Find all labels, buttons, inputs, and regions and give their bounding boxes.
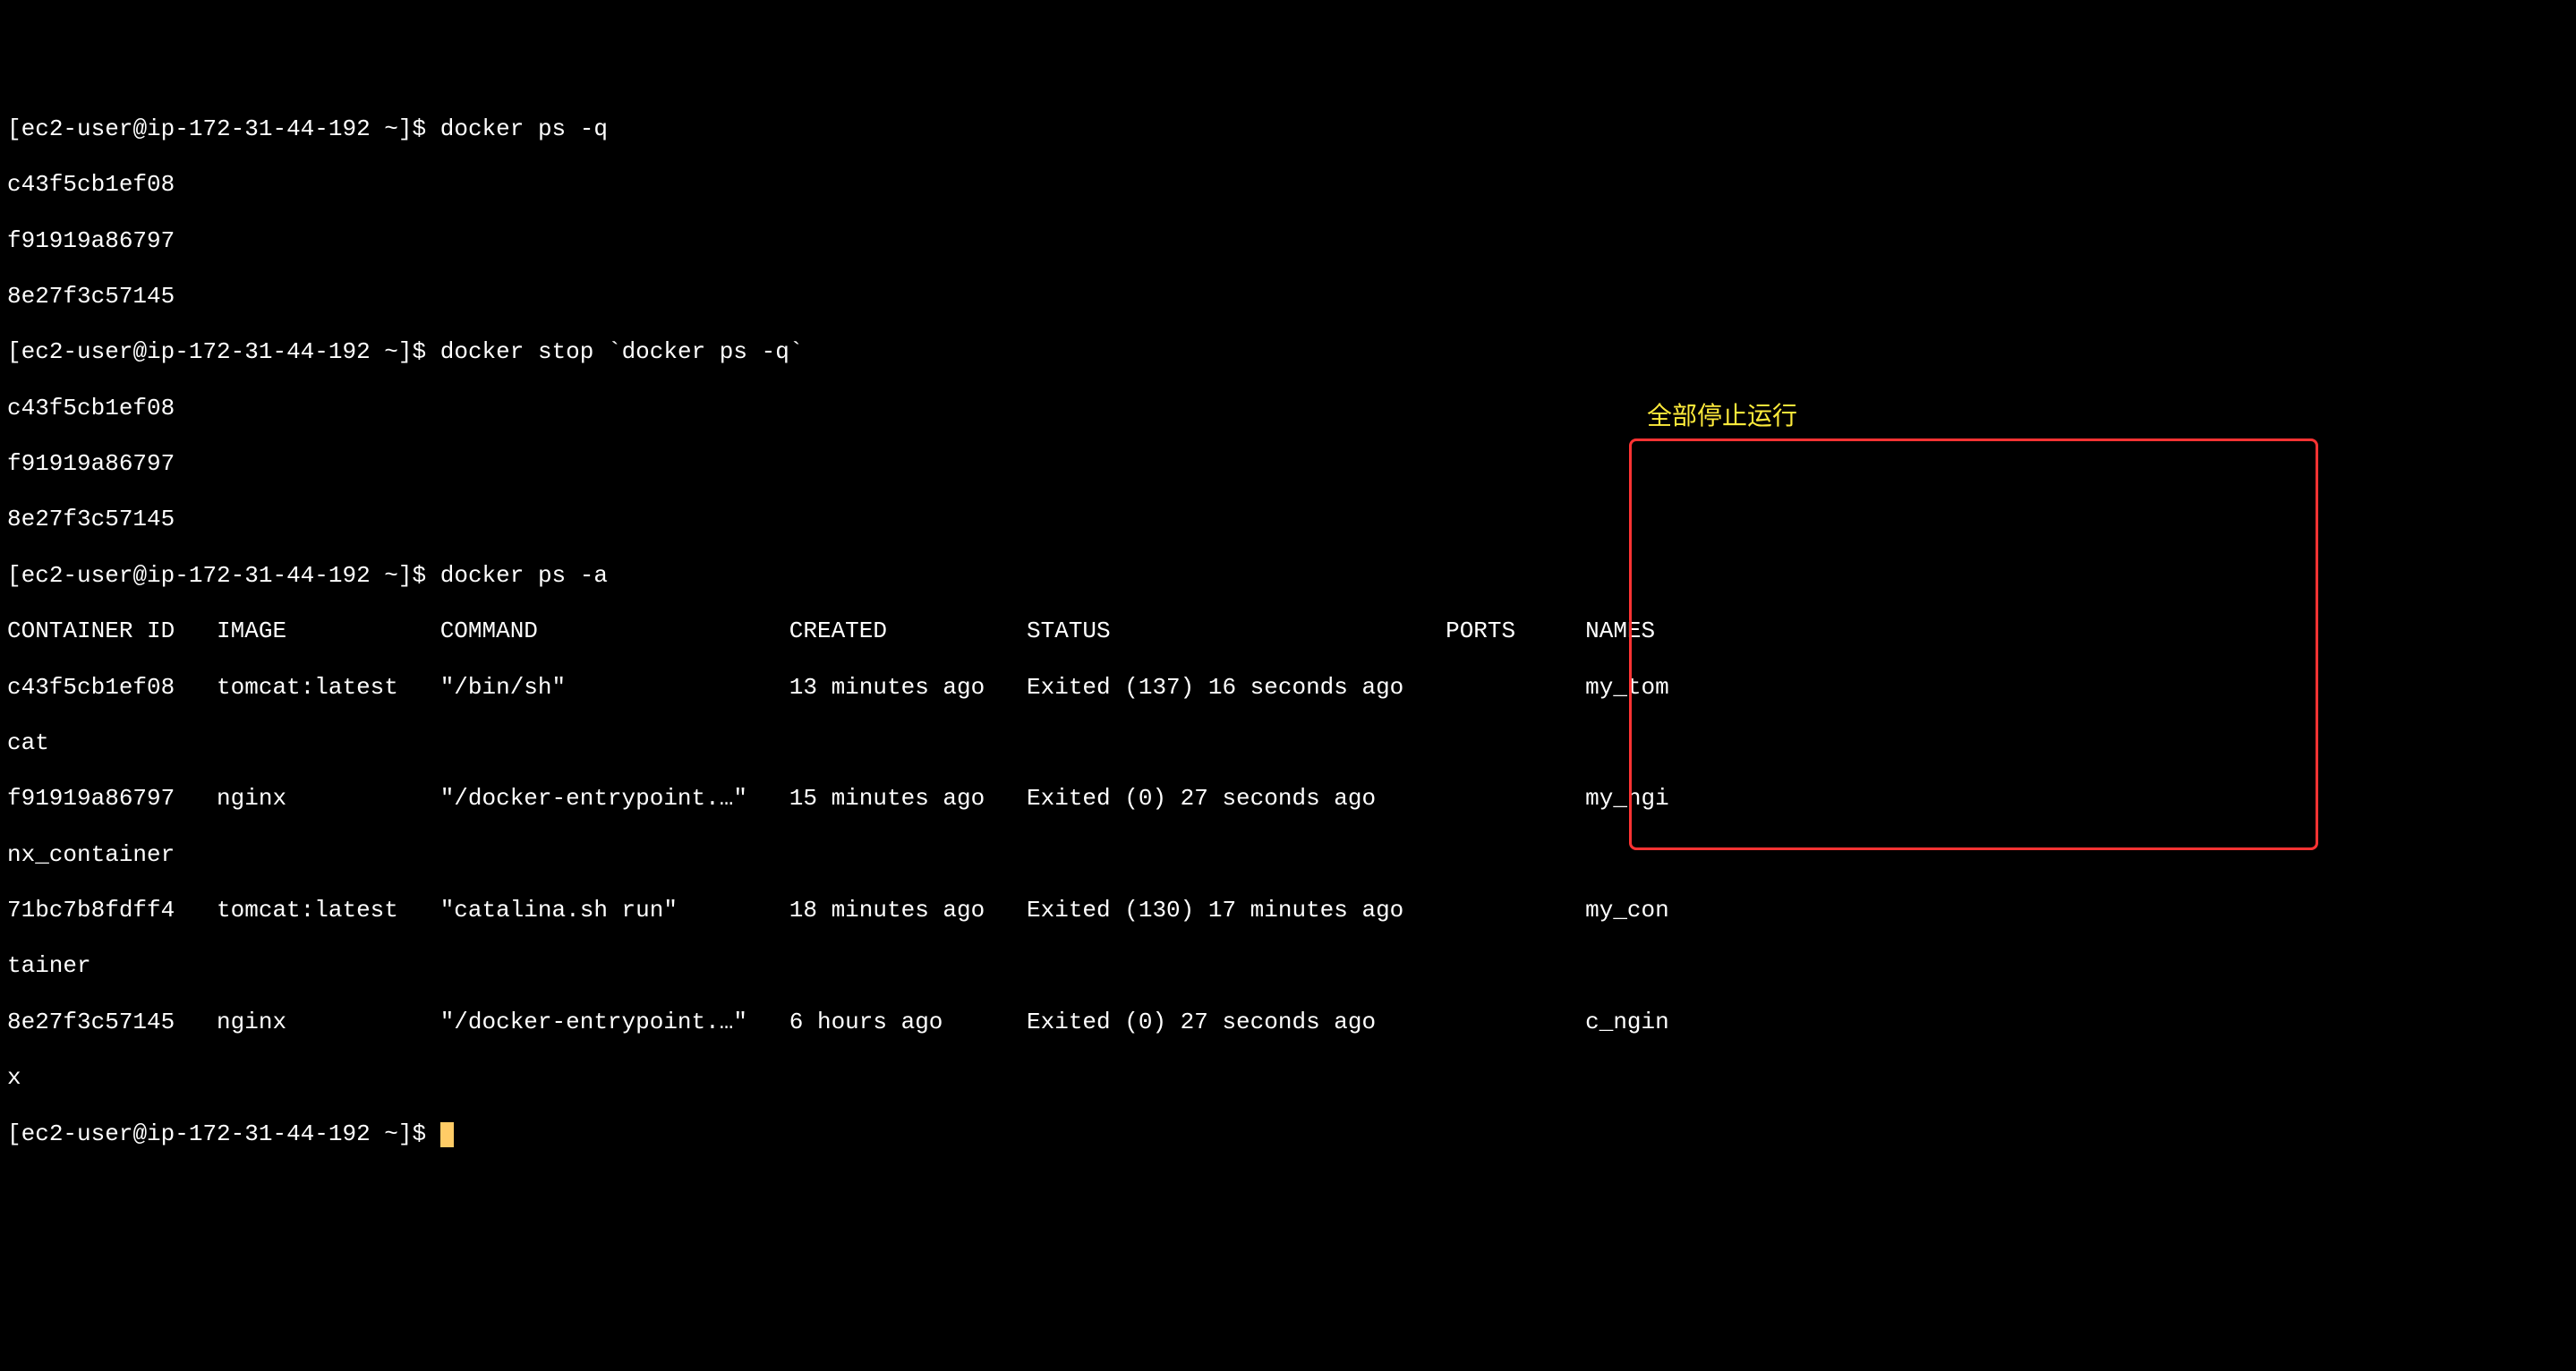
command-1: docker ps -q bbox=[440, 115, 608, 142]
cell-created: 13 minutes ago bbox=[789, 674, 1027, 701]
cell-command: "/bin/sh" bbox=[440, 674, 789, 701]
header-container-id: CONTAINER ID bbox=[7, 617, 217, 644]
table-row: 8e27f3c57145 nginx "/docker-entrypoint.…… bbox=[7, 1009, 2569, 1036]
cell-names: my_con bbox=[1585, 897, 1669, 924]
output-line: f91919a86797 bbox=[7, 227, 2569, 255]
prompt-user: ec2-user bbox=[21, 562, 133, 589]
table-row: f91919a86797 nginx "/docker-entrypoint.…… bbox=[7, 785, 2569, 813]
output-line: 8e27f3c57145 bbox=[7, 283, 2569, 311]
prompt-close: ] bbox=[398, 115, 413, 142]
terminal-line-2: [ec2-user@ip-172-31-44-192 ~]$ docker st… bbox=[7, 338, 2569, 366]
output-line: c43f5cb1ef08 bbox=[7, 171, 2569, 199]
prompt-at: @ bbox=[132, 562, 147, 589]
prompt-path: ~ bbox=[371, 115, 398, 142]
cell-ports bbox=[1446, 785, 1585, 812]
output-line: 8e27f3c57145 bbox=[7, 506, 2569, 533]
cell-container-id: 8e27f3c57145 bbox=[7, 1009, 217, 1035]
header-command: COMMAND bbox=[440, 617, 789, 644]
output-line: f91919a86797 bbox=[7, 450, 2569, 478]
cell-command: "/docker-entrypoint.…" bbox=[440, 1009, 789, 1035]
prompt-open: [ bbox=[7, 562, 21, 589]
table-row-wrap: tainer bbox=[7, 952, 2569, 980]
terminal-line-1: [ec2-user@ip-172-31-44-192 ~]$ docker ps… bbox=[7, 115, 2569, 143]
prompt-symbol: $ bbox=[413, 115, 440, 142]
table-row: c43f5cb1ef08 tomcat:latest "/bin/sh" 13 … bbox=[7, 674, 2569, 702]
prompt-host: ip-172-31-44-192 bbox=[147, 115, 371, 142]
cell-container-id: c43f5cb1ef08 bbox=[7, 674, 217, 701]
prompt-symbol: $ bbox=[413, 1120, 440, 1147]
prompt-host: ip-172-31-44-192 bbox=[147, 562, 371, 589]
cell-ports bbox=[1446, 897, 1585, 924]
header-ports: PORTS bbox=[1446, 617, 1585, 644]
prompt-user: ec2-user bbox=[21, 338, 133, 365]
terminal-line-4: [ec2-user@ip-172-31-44-192 ~]$ bbox=[7, 1120, 2569, 1148]
cell-status: Exited (137) 16 seconds ago bbox=[1027, 674, 1446, 701]
table-header-row: CONTAINER ID IMAGE COMMAND CREATED STATU… bbox=[7, 617, 2569, 645]
cell-created: 18 minutes ago bbox=[789, 897, 1027, 924]
prompt-close: ] bbox=[398, 338, 413, 365]
output-line: c43f5cb1ef08 bbox=[7, 395, 2569, 422]
cursor[interactable] bbox=[440, 1122, 454, 1147]
command-3: docker ps -a bbox=[440, 562, 608, 589]
prompt-open: [ bbox=[7, 115, 21, 142]
table-row-wrap: nx_container bbox=[7, 841, 2569, 869]
cell-created: 6 hours ago bbox=[789, 1009, 1027, 1035]
cell-command: "catalina.sh run" bbox=[440, 897, 789, 924]
cell-image: nginx bbox=[217, 1009, 440, 1035]
prompt-path: ~ bbox=[371, 562, 398, 589]
terminal-line-3: [ec2-user@ip-172-31-44-192 ~]$ docker ps… bbox=[7, 562, 2569, 590]
header-names: NAMES bbox=[1585, 617, 1655, 644]
cell-names: my_ngi bbox=[1585, 785, 1669, 812]
prompt-at: @ bbox=[132, 115, 147, 142]
prompt-close: ] bbox=[398, 562, 413, 589]
cell-created: 15 minutes ago bbox=[789, 785, 1027, 812]
table-row-wrap: x bbox=[7, 1064, 2569, 1092]
cell-status: Exited (130) 17 minutes ago bbox=[1027, 897, 1446, 924]
prompt-open: [ bbox=[7, 338, 21, 365]
prompt-path: ~ bbox=[371, 338, 398, 365]
prompt-path: ~ bbox=[371, 1120, 398, 1147]
prompt-host: ip-172-31-44-192 bbox=[147, 338, 371, 365]
prompt-host: ip-172-31-44-192 bbox=[147, 1120, 371, 1147]
table-row-wrap: cat bbox=[7, 729, 2569, 757]
header-status: STATUS bbox=[1027, 617, 1446, 644]
prompt-close: ] bbox=[398, 1120, 413, 1147]
cell-container-id: f91919a86797 bbox=[7, 785, 217, 812]
cell-image: nginx bbox=[217, 785, 440, 812]
cell-image: tomcat:latest bbox=[217, 897, 440, 924]
cell-ports bbox=[1446, 674, 1585, 701]
cell-status: Exited (0) 27 seconds ago bbox=[1027, 1009, 1446, 1035]
cell-ports bbox=[1446, 1009, 1585, 1035]
prompt-user: ec2-user bbox=[21, 1120, 133, 1147]
cell-status: Exited (0) 27 seconds ago bbox=[1027, 785, 1446, 812]
cell-command: "/docker-entrypoint.…" bbox=[440, 785, 789, 812]
prompt-symbol: $ bbox=[413, 562, 440, 589]
cell-image: tomcat:latest bbox=[217, 674, 440, 701]
command-2: docker stop `docker ps -q` bbox=[440, 338, 804, 365]
prompt-symbol: $ bbox=[413, 338, 440, 365]
prompt-user: ec2-user bbox=[21, 115, 133, 142]
cell-container-id: 71bc7b8fdff4 bbox=[7, 897, 217, 924]
annotation-text: 全部停止运行 bbox=[1647, 401, 1797, 431]
prompt-at: @ bbox=[132, 1120, 147, 1147]
header-created: CREATED bbox=[789, 617, 1027, 644]
prompt-open: [ bbox=[7, 1120, 21, 1147]
cell-names: my_tom bbox=[1585, 674, 1669, 701]
prompt-at: @ bbox=[132, 338, 147, 365]
header-image: IMAGE bbox=[217, 617, 440, 644]
cell-names: c_ngin bbox=[1585, 1009, 1669, 1035]
table-row: 71bc7b8fdff4 tomcat:latest "catalina.sh … bbox=[7, 897, 2569, 924]
